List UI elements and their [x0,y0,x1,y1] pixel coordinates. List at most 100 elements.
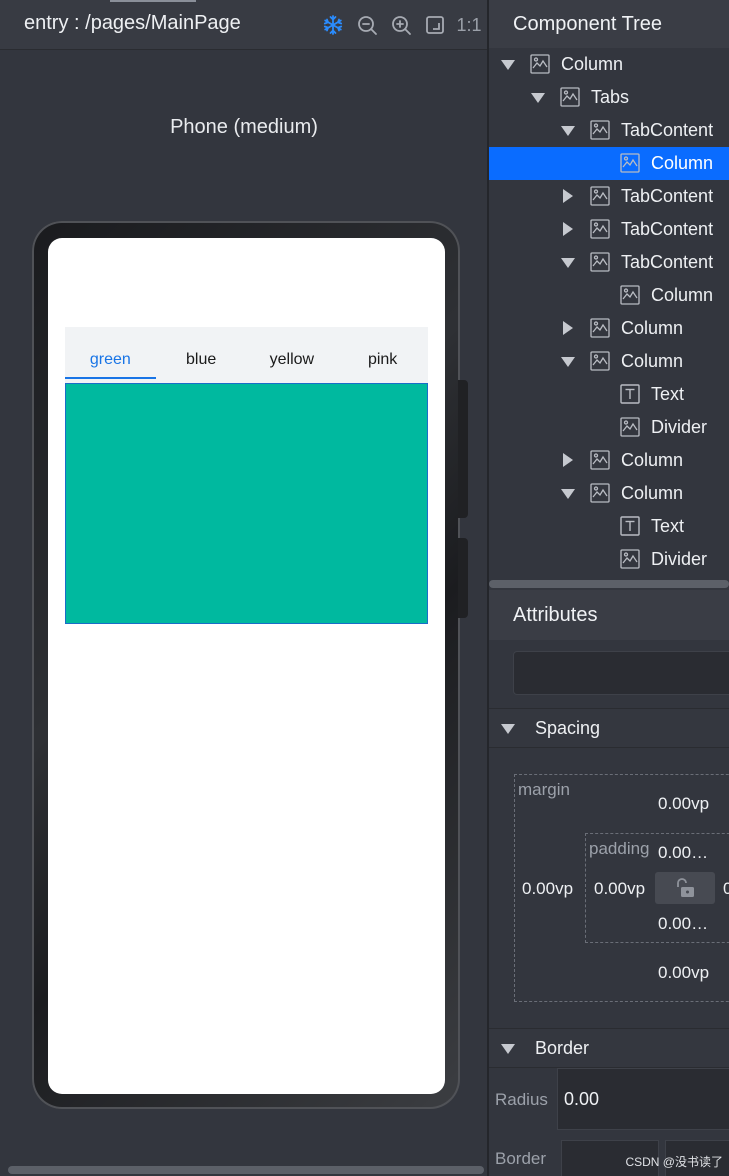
tab-green[interactable]: green [65,327,156,383]
tree-node-text[interactable]: Text [489,378,729,411]
component-icon [619,284,641,306]
chevron-down-icon[interactable] [501,60,515,70]
tree-node-label: Column [651,285,714,305]
tab-pink[interactable]: pink [337,327,428,383]
tree-node-divider[interactable]: Divider [489,411,729,444]
component-icon [619,152,641,174]
chevron-down-icon[interactable] [531,93,545,103]
component-icon [589,317,611,339]
tree-node-tabs[interactable]: Tabs [489,81,729,114]
component-icon [589,218,611,240]
tree-horizontal-scrollbar[interactable] [489,580,729,588]
padding-label: padding [589,839,650,858]
tree-node-label: TabContent [621,120,714,140]
spacing-section-header[interactable]: Spacing [489,708,729,748]
previewer-toolbar-icons: 1:1 [320,12,482,38]
chevron-right-icon[interactable] [563,321,573,335]
border-section-label: Border [535,1037,590,1058]
tab-content-green[interactable] [65,383,428,624]
margin-label: margin [518,780,570,799]
tree-node-column[interactable]: Column [489,444,729,477]
chevron-down-icon [501,724,515,734]
border-section-header[interactable]: Border [489,1028,729,1068]
page-path-title: entry : /pages/MainPage [24,12,241,34]
radius-input[interactable]: 0.00 [557,1068,729,1130]
previewer-pane: entry : /pages/MainPage 1:1 Phone (mediu… [0,0,488,1176]
margin-left-value[interactable]: 0.00vp [522,879,573,899]
tabs-bar: green blue yellow pink [65,327,428,383]
margin-top-value[interactable]: 0.00vp [658,794,709,814]
border-label: Border [495,1149,547,1168]
freeze-icon[interactable] [320,12,346,38]
component-icon [619,548,641,570]
chevron-down-icon[interactable] [561,357,575,367]
chevron-down-icon[interactable] [561,258,575,268]
fit-screen-icon[interactable] [422,12,448,38]
margin-bottom-value[interactable]: 0.00vp [658,963,709,983]
tree-node-column[interactable]: Column [489,312,729,345]
chevron-right-icon[interactable] [563,453,573,467]
padding-bottom-value[interactable]: 0.00… [658,914,708,934]
padding-right-value[interactable]: 0 [723,879,729,899]
tree-node-label: Column [621,351,684,371]
tree-node-column[interactable]: Column [489,279,729,312]
tree-node-divider[interactable]: Divider [489,543,729,576]
tree-node-column[interactable]: Column [489,48,729,81]
component-tree-title: Component Tree [489,0,729,48]
tree-node-label: Text [651,384,685,404]
phone-screen: green blue yellow pink [48,238,445,1094]
tab-blue[interactable]: blue [156,327,247,383]
attributes-title: Attributes [489,590,729,640]
component-icon [559,86,581,108]
tab-yellow[interactable]: yellow [247,327,338,383]
zoom-out-icon[interactable] [354,12,380,38]
component-icon [529,53,551,75]
chevron-right-icon[interactable] [563,189,573,203]
tree-node-label: Column [621,483,684,503]
padding-top-value[interactable]: 0.00… [658,843,708,863]
tree-node-label: Column [621,318,684,338]
tree-node-label: Tabs [591,87,630,107]
tree-node-label: TabContent [621,252,714,272]
component-icon [589,119,611,141]
tree-node-text[interactable]: Text [489,510,729,543]
phone-side-button [458,538,468,618]
tree-node-column[interactable]: Column [489,147,729,180]
tree-node-label: TabContent [621,186,714,206]
phone-side-button [458,380,468,518]
actual-size-button[interactable]: 1:1 [456,12,482,38]
watermark: CSDN @没书读了 [625,1155,723,1169]
attribute-search-input[interactable] [513,651,729,695]
tree-node-label: Divider [651,417,708,437]
preview-horizontal-scrollbar[interactable] [8,1166,484,1174]
tree-node-label: Column [561,54,624,74]
text-icon [619,383,641,405]
zoom-in-icon[interactable] [388,12,414,38]
chevron-right-icon[interactable] [563,222,573,236]
padding-left-value[interactable]: 0.00vp [594,879,645,899]
tree-node-column[interactable]: Column [489,477,729,510]
component-icon [589,251,611,273]
chevron-down-icon[interactable] [561,126,575,136]
tree-node-label: Text [651,516,685,536]
tree-node-label: Divider [651,549,708,569]
tree-node-tabcontent[interactable]: TabContent [489,213,729,246]
radius-label: Radius [495,1090,548,1109]
padding-lock-button[interactable] [655,872,715,904]
tree-node-column[interactable]: Column [489,345,729,378]
component-tree: Column Tabs TabContent Column TabContent TabC… [489,48,729,576]
component-icon [589,185,611,207]
component-icon [619,416,641,438]
component-tree-panel: Component Tree Column Tabs TabContent Colum… [489,0,729,590]
chevron-down-icon[interactable] [561,489,575,499]
active-tab-indicator [110,0,196,2]
tree-node-label: TabContent [621,219,714,239]
component-icon [589,350,611,372]
attributes-panel: Attributes Spacing margin 0.00vp 0.00vp … [489,590,729,1176]
tree-node-tabcontent[interactable]: TabContent [489,180,729,213]
tree-node-tabcontent[interactable]: TabContent [489,114,729,147]
tree-node-label: Column [621,450,684,470]
device-label: Phone (medium) [170,116,318,138]
tree-node-tabcontent[interactable]: TabContent [489,246,729,279]
chevron-down-icon [501,1044,515,1054]
